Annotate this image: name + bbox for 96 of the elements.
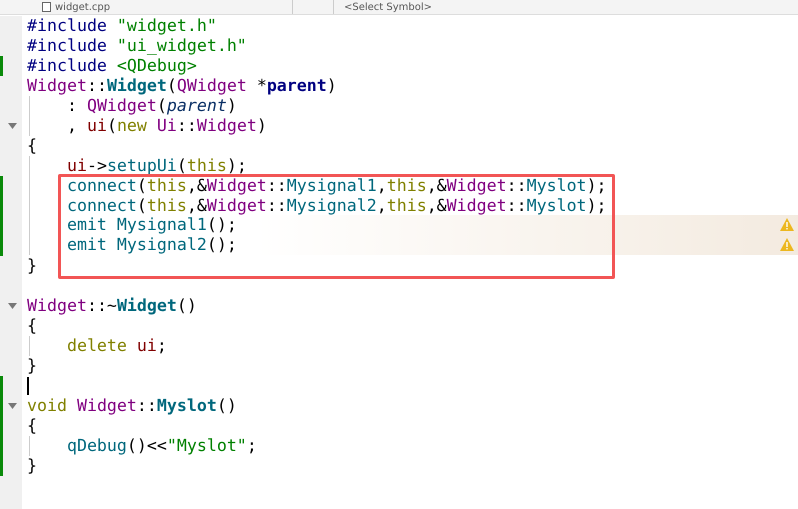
string-literal: "ui_widget.h" (116, 36, 247, 56)
keyword: this (146, 176, 187, 196)
type-name: QWidget (176, 76, 247, 96)
string-literal: "widget.h" (116, 16, 217, 36)
code-punctuation: ( (176, 156, 187, 176)
code-punctuation: : (66, 96, 78, 116)
function-name: Widget (116, 296, 177, 316)
code-punctuation: } (27, 456, 37, 476)
code-punctuation: ,& (426, 176, 447, 196)
code-punctuation: ; (156, 336, 167, 356)
code-punctuation: } (27, 256, 37, 276)
code-punctuation: ) (226, 96, 237, 116)
code-punctuation: } (27, 356, 37, 376)
keyword: this (386, 176, 427, 196)
code-punctuation: :: (506, 196, 527, 216)
code-punctuation: ) (326, 76, 337, 96)
type-name: Widget (27, 296, 87, 316)
code-punctuation: :: (136, 396, 157, 416)
code-punctuation: , (376, 176, 387, 196)
type-name: Widget (76, 396, 137, 416)
code-punctuation: ()<< (126, 436, 167, 456)
fold-arrow-icon[interactable] (8, 123, 17, 129)
function-name: Myslot (526, 176, 587, 196)
type-name: Widget (446, 196, 507, 216)
type-name: Widget (196, 116, 257, 136)
preprocessor-directive: #include (27, 16, 108, 36)
type-name: Widget (27, 76, 87, 96)
string-literal: <QDebug> (116, 56, 197, 76)
function-name: emit (66, 235, 107, 255)
code-punctuation: ) (256, 116, 267, 136)
symbol-selector[interactable]: <Select Symbol> (333, 0, 442, 14)
type-name: Widget (446, 176, 507, 196)
member-name: ui (86, 116, 107, 136)
code-punctuation: () (216, 396, 237, 416)
member-name: ui (66, 156, 87, 176)
function-name: Mysignal2 (116, 235, 207, 255)
code-punctuation: ( (166, 76, 177, 96)
code-punctuation: , (376, 196, 387, 216)
code-punctuation: (); (206, 235, 237, 255)
preprocessor-directive: #include (27, 36, 108, 56)
code-punctuation: :: (266, 176, 287, 196)
code-punctuation: { (27, 316, 37, 336)
warning-icon (780, 218, 794, 231)
code-punctuation: ( (136, 176, 147, 196)
code-punctuation: ( (136, 196, 147, 216)
code-punctuation: () (176, 296, 197, 316)
function-name: connect (66, 176, 137, 196)
code-punctuation: ); (586, 196, 607, 216)
code-punctuation: ; (246, 436, 257, 456)
code-punctuation: ,& (426, 196, 447, 216)
parameter-name: parent (166, 96, 227, 116)
type-name: QWidget (86, 96, 157, 116)
function-name: connect (66, 196, 137, 216)
keyword: this (386, 196, 427, 216)
keyword: this (146, 196, 187, 216)
keyword: void (27, 396, 67, 416)
type-name: Widget (206, 176, 267, 196)
code-punctuation: ,& (186, 196, 207, 216)
code-punctuation: , (66, 116, 78, 136)
code-punctuation: ( (156, 96, 167, 116)
code-punctuation: ,& (186, 176, 207, 196)
keyword: delete (66, 336, 127, 356)
function-name: emit (66, 215, 107, 235)
code-punctuation: (); (206, 215, 237, 235)
type-name: Widget (206, 196, 267, 216)
code-punctuation: ( (106, 116, 117, 136)
parameter-name: parent (266, 76, 327, 96)
preprocessor-directive: #include (27, 56, 108, 76)
code-punctuation: * (256, 76, 267, 96)
function-name: Myslot (526, 196, 587, 216)
code-punctuation: -> (86, 156, 107, 176)
code-punctuation: { (27, 416, 37, 436)
code-punctuation: :: (266, 196, 287, 216)
file-tab[interactable]: widget.cpp (22, 0, 293, 14)
code-punctuation: ); (586, 176, 607, 196)
code-punctuation: ); (226, 156, 247, 176)
type-name: Ui (156, 116, 177, 136)
code-punctuation: ::~ (86, 296, 117, 316)
code-punctuation: :: (86, 76, 107, 96)
fold-arrow-icon[interactable] (8, 303, 17, 309)
function-name: qDebug (66, 436, 127, 456)
member-name: ui (136, 336, 157, 356)
fold-arrow-icon[interactable] (8, 403, 17, 409)
function-name: Mysignal2 (286, 196, 377, 216)
string-literal: "Myslot" (166, 436, 247, 456)
function-name: Mysignal1 (286, 176, 377, 196)
warning-icon (780, 238, 794, 251)
keyword: this (186, 156, 227, 176)
code-punctuation: :: (506, 176, 527, 196)
function-name: Widget (106, 76, 167, 96)
function-name: setupUi (106, 156, 177, 176)
code-punctuation: :: (176, 116, 197, 136)
function-name: Mysignal1 (116, 215, 207, 235)
keyword: new (116, 116, 147, 136)
code-punctuation: { (27, 136, 37, 156)
function-name: Myslot (156, 396, 217, 416)
